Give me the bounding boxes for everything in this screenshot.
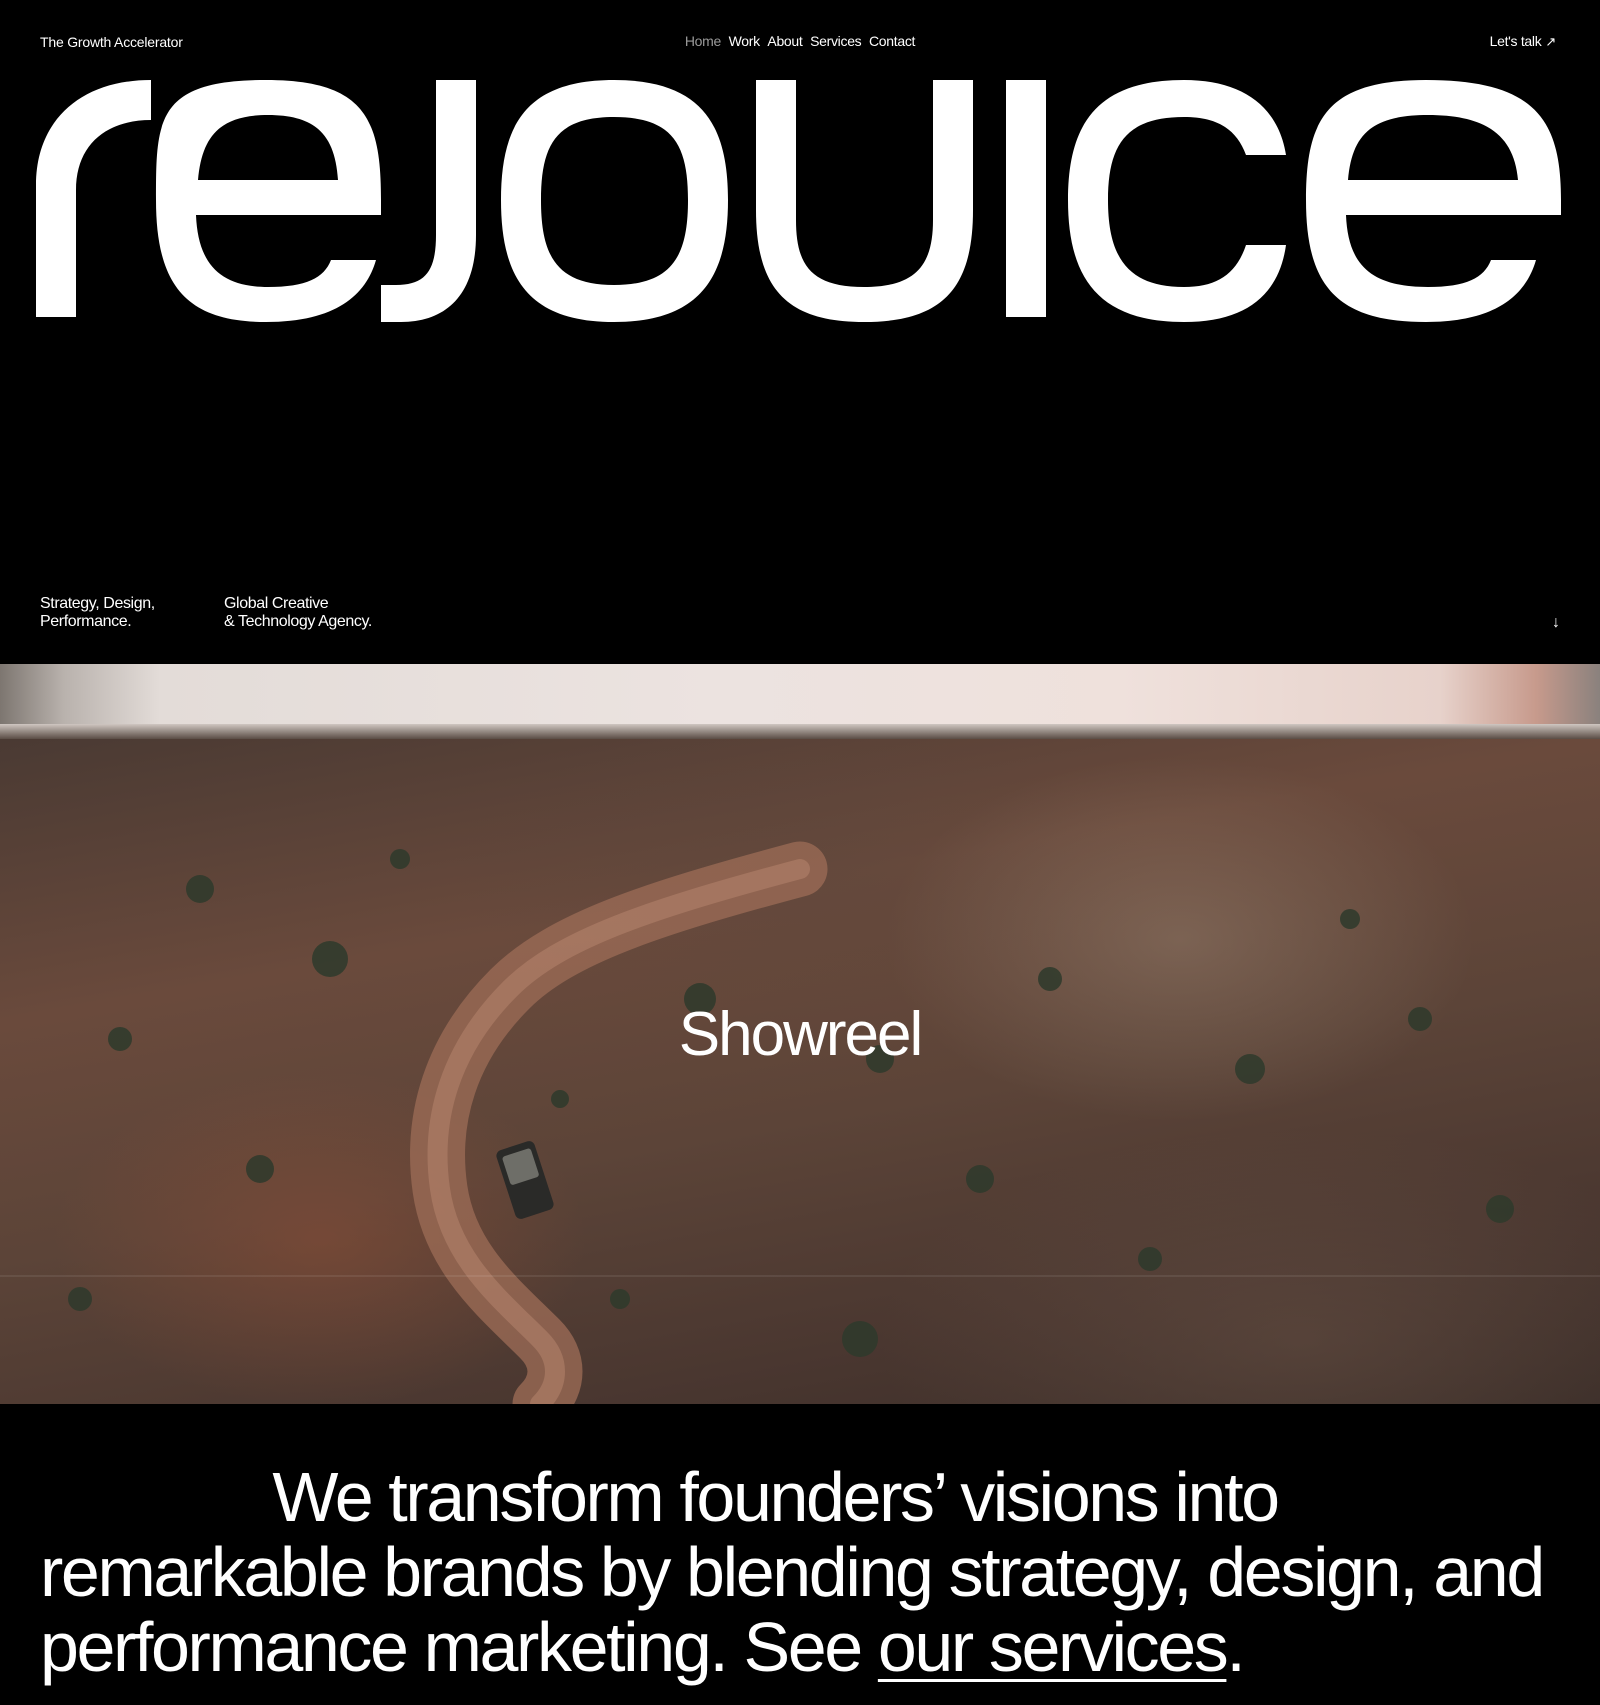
rejouice-wordmark-logo [36,80,1561,322]
showreel-video[interactable]: Showreel [0,664,1600,1404]
tagline-agency-line1: Global Creative [224,595,329,612]
arrow-up-right-icon: ↗ [1545,34,1556,49]
our-services-link[interactable]: our services [878,1608,1229,1686]
arrow-down-icon[interactable]: ↓ [1552,614,1560,632]
video-horizon [0,724,1600,739]
video-frame-seam [0,1275,1600,1277]
nav-services[interactable]: Services [810,33,862,49]
tagline-agency: Global Creative & Technology Agency. [224,595,372,631]
tagline-services-line2: Performance. [40,613,132,630]
showreel-label: Showreel [678,1000,923,1069]
nav-contact[interactable]: Contact [869,33,915,49]
tagline-services: Strategy, Design, Performance. [40,595,155,631]
tagline-agency-line2: & Technology Agency. [224,613,372,630]
lets-talk-button[interactable]: Let's talk ↗ [1489,33,1557,50]
nav-about[interactable]: About [767,33,802,49]
statement-line1: We transform founders’ visions into [272,1458,1280,1536]
statement-period: . [1226,1608,1245,1686]
agency-statement: We transform founders’ visions into rema… [40,1460,1570,1685]
nav-home[interactable]: Home [685,33,721,49]
nav-work[interactable]: Work [729,33,761,49]
tagline-services-line1: Strategy, Design, [40,595,155,612]
video-dirt-road-image [68,841,1514,1404]
lets-talk-label: Let's talk [1489,33,1542,49]
statement-text: remarkable brands by blending strategy, … [40,1533,1545,1686]
main-nav: Home Work About Services Contact [0,33,1600,49]
